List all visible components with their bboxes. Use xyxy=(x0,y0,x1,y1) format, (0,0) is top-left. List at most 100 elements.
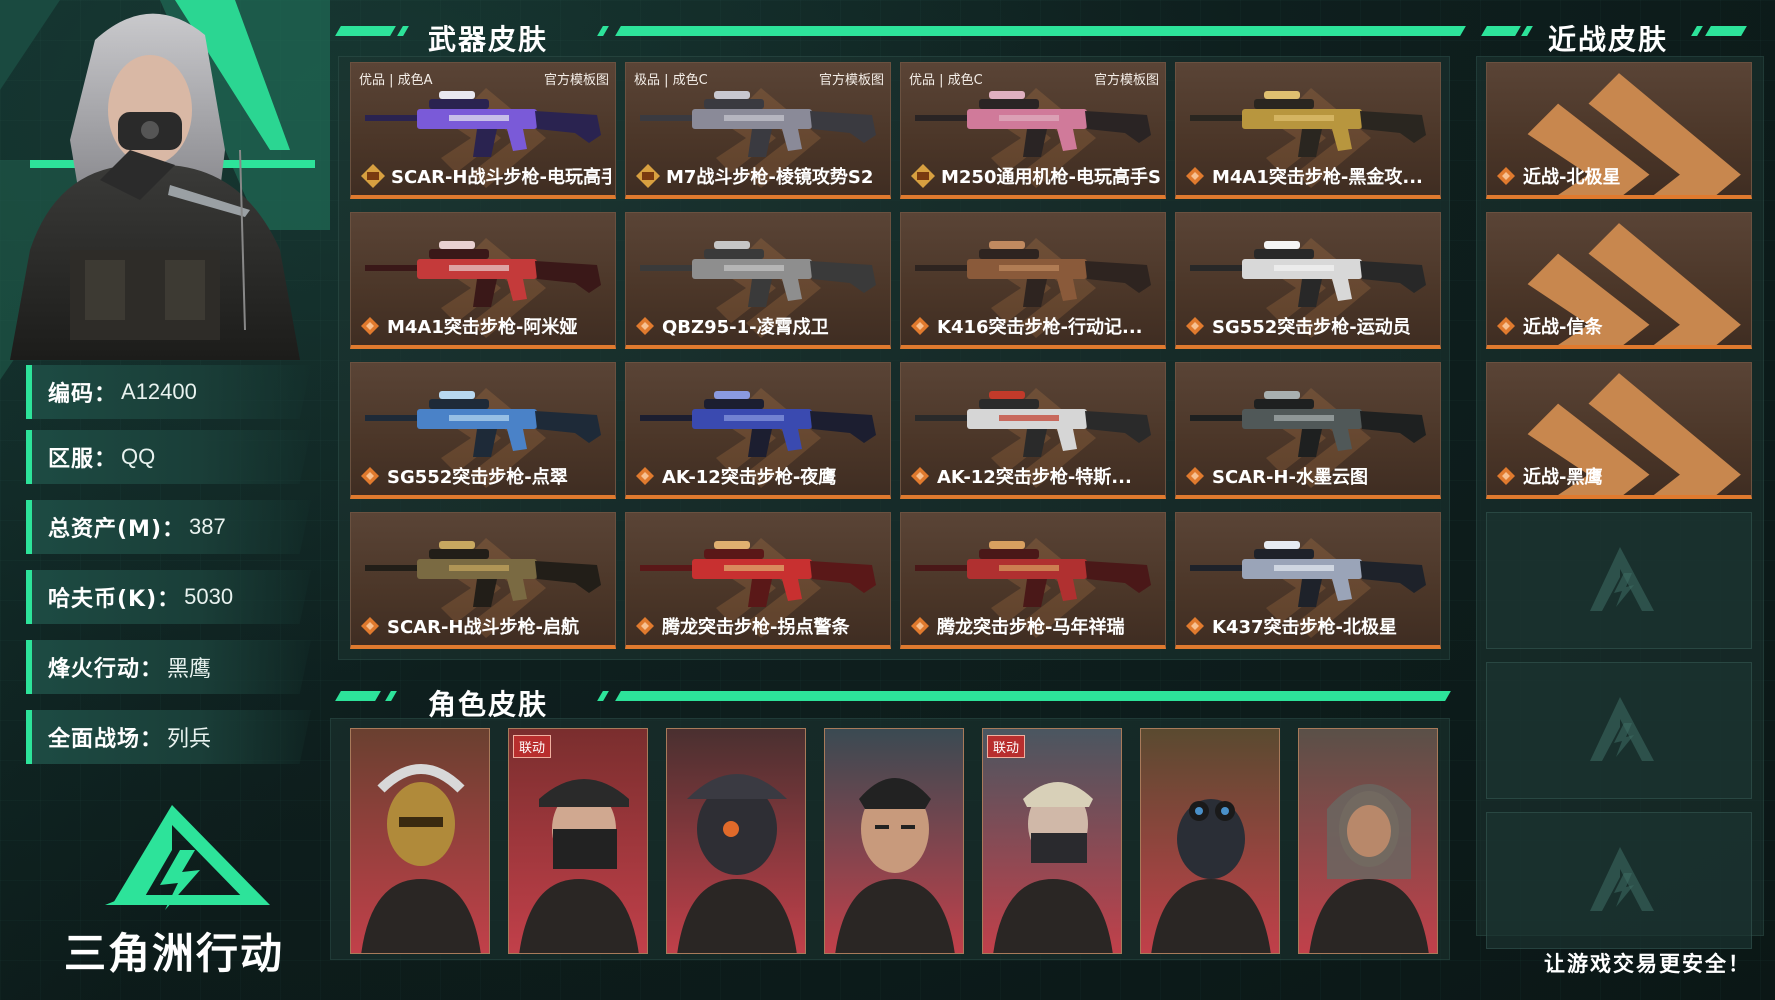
header-accent-bar xyxy=(615,26,1466,36)
profile-key: 全面战场： xyxy=(48,727,164,752)
melee-empty-slot xyxy=(1486,512,1752,649)
weapon-name-row: SCAR-H-水墨云图 xyxy=(1186,463,1436,489)
character-section-title: 角色皮肤 xyxy=(428,688,549,721)
weapon-name: M4A1突击步枪-阿米娅 xyxy=(387,317,578,338)
header-accent-bar xyxy=(1691,26,1703,36)
melee-name: 近战-黑鹰 xyxy=(1523,467,1603,488)
brand-name: 三角洲行动 xyxy=(64,929,285,978)
weapon-skin-card[interactable]: SCAR-H-水墨云图 xyxy=(1175,362,1441,499)
character-portrait xyxy=(351,729,489,953)
character-skin-card[interactable] xyxy=(1140,728,1280,954)
weapon-skin-card[interactable]: M4A1突击步枪-黑金攻... xyxy=(1175,62,1441,199)
character-portrait xyxy=(983,729,1121,953)
rarity-diamond-icon xyxy=(1497,467,1515,485)
character-portrait xyxy=(1299,729,1437,953)
profile-key: 区服： xyxy=(48,447,118,472)
melee-name-row: 近战-信条 xyxy=(1497,313,1602,339)
character-section-header: 角色皮肤 xyxy=(335,683,1451,721)
weapon-skin-card[interactable]: M4A1突击步枪-阿米娅 xyxy=(350,212,616,349)
melee-empty-slot xyxy=(1486,662,1752,799)
weapon-quality: 极品 | 成色C xyxy=(634,73,708,88)
weapon-image xyxy=(915,391,1151,457)
weapon-template-label: 官方模板图 xyxy=(543,73,609,88)
weapon-name: K437突击步枪-北极星 xyxy=(1212,617,1397,638)
rarity-diamond-icon xyxy=(361,317,379,335)
rarity-diamond-icon xyxy=(911,617,929,635)
profile-value: QQ xyxy=(121,444,156,469)
footer-tagline: 让游戏交易更安全！ xyxy=(1544,952,1751,976)
weapon-image xyxy=(915,541,1151,607)
character-skin-card[interactable] xyxy=(824,728,964,954)
weapon-name: M7战斗步枪-棱镜攻势S2 xyxy=(666,167,874,188)
weapon-image xyxy=(1190,391,1426,457)
weapon-name-row: AK-12突击步枪-夜鹰 xyxy=(636,463,886,489)
weapon-name-row: SCAR-H战斗步枪-启航 xyxy=(361,613,611,639)
melee-name: 近战-北极星 xyxy=(1523,167,1621,188)
profile-value: 387 xyxy=(189,514,226,539)
character-skin-card[interactable]: 联动 xyxy=(508,728,648,954)
collection-badge-icon xyxy=(361,164,385,188)
profile-value: A12400 xyxy=(121,379,197,404)
weapon-skin-card[interactable]: 腾龙突击步枪-马年祥瑞 xyxy=(900,512,1166,649)
weapon-name-row: M7战斗步枪-棱镜攻势S2 xyxy=(636,163,886,189)
header-accent-bar xyxy=(335,26,396,36)
weapon-skin-card[interactable]: 优品 | 成色C 官方模板图 M250通用机枪-电玩高手S2 xyxy=(900,62,1166,199)
rarity-diamond-icon xyxy=(1186,467,1204,485)
rarity-diamond-icon xyxy=(361,467,379,485)
weapon-skin-card[interactable]: SCAR-H战斗步枪-启航 xyxy=(350,512,616,649)
rarity-diamond-icon xyxy=(911,317,929,335)
profile-row-battlefield: 全面战场： 列兵 xyxy=(26,710,311,764)
character-skin-card[interactable] xyxy=(1298,728,1438,954)
weapon-name: SCAR-H-水墨云图 xyxy=(1212,467,1368,488)
weapon-skin-card[interactable]: K416突击步枪-行动记... xyxy=(900,212,1166,349)
weapon-skin-card[interactable]: 优品 | 成色A 官方模板图 SCAR-H战斗步枪-电玩高手 xyxy=(350,62,616,199)
weapon-image xyxy=(365,241,601,307)
melee-skin-card[interactable]: 近战-北极星 xyxy=(1486,62,1752,199)
profile-value: 列兵 xyxy=(167,726,212,751)
profile-column: 编码： A12400 区服： QQ 总资产(M)： 387 哈夫币(K)： 50… xyxy=(0,0,330,1000)
weapon-image xyxy=(640,241,876,307)
rarity-diamond-icon xyxy=(636,617,654,635)
weapon-image xyxy=(915,91,1151,157)
weapon-skin-card[interactable]: 腾龙突击步枪-拐点警条 xyxy=(625,512,891,649)
character-skin-card[interactable]: 联动 xyxy=(982,728,1122,954)
weapon-name: 腾龙突击步枪-马年祥瑞 xyxy=(937,617,1125,638)
header-accent-bar xyxy=(1521,26,1533,36)
weapon-skin-card[interactable]: AK-12突击步枪-特斯... xyxy=(900,362,1166,499)
melee-name-row: 近战-黑鹰 xyxy=(1497,463,1602,489)
rarity-diamond-icon xyxy=(1186,617,1204,635)
rarity-diamond-icon xyxy=(636,467,654,485)
weapon-image xyxy=(640,391,876,457)
melee-skin-card[interactable]: 近战-信条 xyxy=(1486,212,1752,349)
weapon-skin-card[interactable]: SG552突击步枪-运动员 xyxy=(1175,212,1441,349)
collection-badge-icon xyxy=(911,164,935,188)
profile-value: 5030 xyxy=(184,584,234,609)
header-accent-bar xyxy=(1481,26,1521,36)
weapon-skin-card[interactable]: K437突击步枪-北极星 xyxy=(1175,512,1441,649)
melee-skin-card[interactable]: 近战-黑鹰 xyxy=(1486,362,1752,499)
header-accent-bar xyxy=(597,26,609,36)
weapon-image xyxy=(640,541,876,607)
profile-value: 黑鹰 xyxy=(167,656,212,681)
character-skin-card[interactable] xyxy=(666,728,806,954)
header-accent-bar xyxy=(385,691,397,701)
weapon-name: QBZ95-1-凌霄戍卫 xyxy=(662,317,829,338)
weapon-skin-card[interactable]: SG552突击步枪-点翠 xyxy=(350,362,616,499)
weapon-skin-card[interactable]: 极品 | 成色C 官方模板图 M7战斗步枪-棱镜攻势S2 xyxy=(625,62,891,199)
rarity-diamond-icon xyxy=(361,617,379,635)
header-accent-bar xyxy=(1705,26,1747,36)
profile-row-code: 编码： A12400 xyxy=(26,365,311,419)
profile-key: 编码： xyxy=(48,382,118,407)
weapon-section-header: 武器皮肤 xyxy=(335,18,1466,56)
delta-placeholder-icon xyxy=(1590,547,1654,611)
profile-row-assets: 总资产(M)： 387 xyxy=(26,500,311,554)
weapon-skin-card[interactable]: QBZ95-1-凌霄戍卫 xyxy=(625,212,891,349)
weapon-name: SCAR-H战斗步枪-电玩高手 xyxy=(391,167,611,188)
weapon-image xyxy=(365,91,601,157)
character-skin-card[interactable] xyxy=(350,728,490,954)
profile-row-coins: 哈夫币(K)： 5030 xyxy=(26,570,311,624)
profile-key: 哈夫币(K)： xyxy=(48,587,181,612)
weapon-skin-card[interactable]: AK-12突击步枪-夜鹰 xyxy=(625,362,891,499)
rarity-diamond-icon xyxy=(1497,167,1515,185)
weapon-name-row: K416突击步枪-行动记... xyxy=(911,313,1161,339)
